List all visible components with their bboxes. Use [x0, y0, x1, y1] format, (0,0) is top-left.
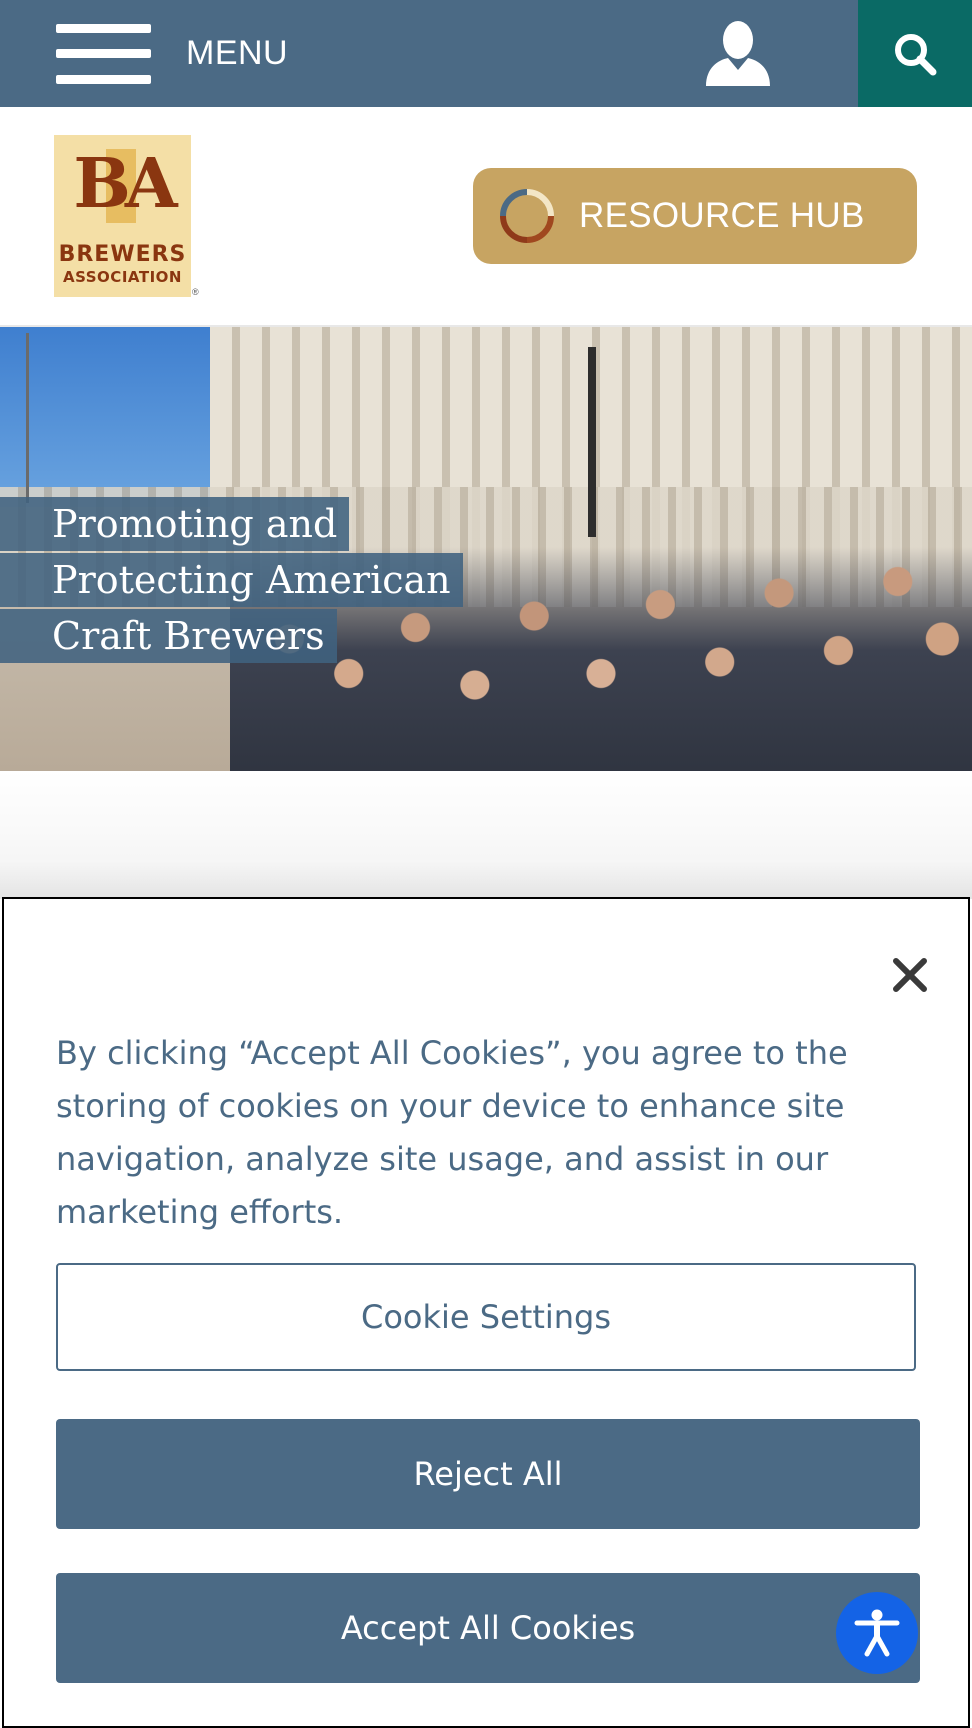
hero-title-line: Protecting American	[0, 553, 463, 607]
cookie-consent-dialog: By clicking “Accept All Cookies”, you ag…	[2, 897, 970, 1728]
logo-text-association: ASSOCIATION	[63, 268, 182, 286]
menu-button[interactable]: MENU	[56, 0, 288, 107]
search-button[interactable]	[858, 0, 972, 107]
user-account-button[interactable]	[700, 18, 776, 88]
resource-hub-button[interactable]: RESOURCE HUB	[473, 168, 917, 264]
logo-letters: BA	[73, 144, 177, 224]
search-icon	[895, 33, 937, 75]
logo-text-brewers: BREWERS	[58, 242, 187, 267]
close-button[interactable]	[882, 947, 938, 1003]
site-header: BA BREWERS ASSOCIATION ® RESOURCE HUB	[0, 107, 972, 327]
accessibility-icon	[854, 1609, 900, 1657]
user-icon	[706, 21, 770, 86]
hero-title: Promoting and Protecting American Craft …	[0, 497, 463, 665]
hero-title-line: Craft Brewers	[0, 609, 337, 663]
cookie-settings-button[interactable]: Cookie Settings	[56, 1263, 916, 1371]
resource-hub-icon	[500, 189, 554, 243]
hero-banner: Promoting and Protecting American Craft …	[0, 327, 972, 771]
resource-hub-label: RESOURCE HUB	[579, 196, 865, 235]
close-icon	[893, 958, 927, 992]
lamp-post	[588, 347, 596, 537]
accessibility-button[interactable]	[836, 1592, 918, 1674]
menu-label: MENU	[186, 34, 289, 72]
hero-title-line: Promoting and	[0, 497, 350, 551]
flagpole	[26, 333, 29, 503]
brewers-association-logo[interactable]: BA BREWERS ASSOCIATION	[54, 135, 191, 297]
registered-mark: ®	[192, 287, 199, 297]
accept-all-cookies-button[interactable]: Accept All Cookies	[56, 1573, 920, 1683]
cookie-consent-text: By clicking “Accept All Cookies”, you ag…	[56, 1034, 848, 1231]
reject-all-button[interactable]: Reject All	[56, 1419, 920, 1529]
top-nav: MENU	[0, 0, 972, 107]
hamburger-icon	[56, 23, 151, 84]
